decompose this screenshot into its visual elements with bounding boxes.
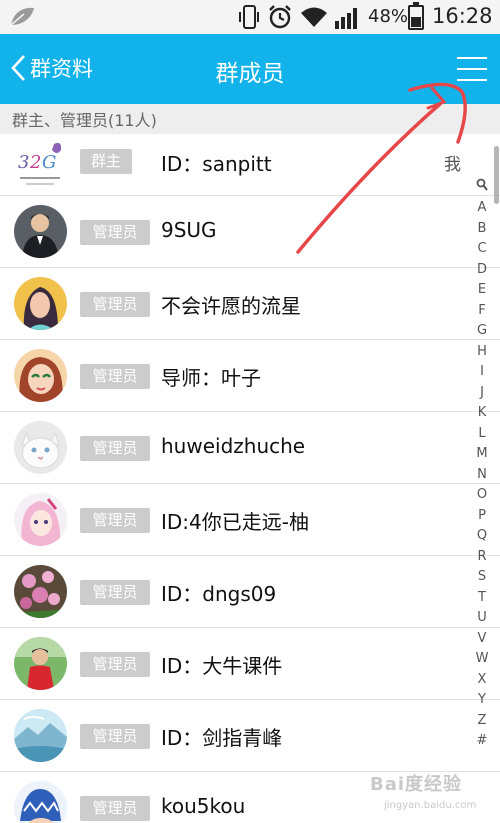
avatar bbox=[14, 565, 67, 618]
page-title: 群成员 bbox=[215, 61, 285, 87]
status-time: 16:28 bbox=[432, 4, 493, 28]
index-letter[interactable]: R bbox=[472, 547, 492, 568]
index-letter[interactable]: S bbox=[472, 567, 492, 588]
index-letter[interactable]: A bbox=[472, 198, 492, 219]
avatar bbox=[14, 349, 67, 402]
index-letter[interactable]: C bbox=[472, 239, 492, 260]
avatar bbox=[14, 277, 67, 330]
role-badge-admin: 管理员 bbox=[80, 364, 150, 389]
role-badge-admin: 管理员 bbox=[80, 292, 150, 317]
index-letter[interactable]: N bbox=[472, 465, 492, 486]
member-row[interactable]: 管理员 ID：大牛课件 bbox=[0, 628, 500, 700]
index-letter[interactable]: F bbox=[472, 301, 492, 322]
avatar bbox=[14, 781, 67, 823]
member-row[interactable]: 管理员 huweidzhuche bbox=[0, 412, 500, 484]
svg-text:3: 3 bbox=[18, 152, 29, 173]
index-letter[interactable]: Z bbox=[472, 711, 492, 732]
index-letter[interactable]: # bbox=[472, 731, 492, 752]
index-letter[interactable]: P bbox=[472, 506, 492, 527]
member-name: 导师：叶子 bbox=[161, 366, 261, 390]
index-letter[interactable]: W bbox=[472, 649, 492, 670]
menu-icon bbox=[457, 57, 487, 59]
role-badge-admin: 管理员 bbox=[80, 436, 150, 461]
svg-text:2: 2 bbox=[29, 152, 41, 173]
index-letter[interactable]: U bbox=[472, 608, 492, 629]
member-name: kou5kou bbox=[161, 794, 246, 818]
index-letter[interactable]: K bbox=[472, 403, 492, 424]
battery-icon bbox=[408, 2, 424, 30]
me-tag: 我 bbox=[444, 155, 461, 175]
index-letter[interactable]: J bbox=[472, 383, 492, 404]
role-badge-admin: 管理员 bbox=[80, 508, 150, 533]
role-badge-admin: 管理员 bbox=[80, 220, 150, 245]
member-name: ID：dngs09 bbox=[161, 582, 277, 606]
member-row-owner[interactable]: 3 2 G 群主 ID：sanpitt 我 bbox=[0, 134, 500, 196]
index-letter[interactable]: M bbox=[472, 444, 492, 465]
index-letter[interactable]: V bbox=[472, 629, 492, 650]
avatar bbox=[14, 637, 67, 690]
member-row[interactable]: 管理员 ID：dngs09 bbox=[0, 556, 500, 628]
member-row[interactable]: 管理员 导师：叶子 bbox=[0, 340, 500, 412]
svg-text:G: G bbox=[42, 152, 56, 173]
watermark-text: Bai度经验 bbox=[370, 774, 463, 795]
index-letter[interactable]: B bbox=[472, 219, 492, 240]
member-name: ID:4你已走远-柚 bbox=[161, 510, 309, 534]
list-scrollbar[interactable] bbox=[494, 146, 499, 204]
section-header: 群主、管理员(11人) bbox=[0, 104, 500, 134]
role-badge-owner: 群主 bbox=[80, 149, 132, 174]
member-name: 不会许愿的流星 bbox=[161, 294, 301, 318]
member-name: ID：大牛课件 bbox=[161, 654, 283, 678]
index-letter[interactable]: T bbox=[472, 588, 492, 609]
index-letter[interactable]: E bbox=[472, 280, 492, 301]
leaf-icon bbox=[10, 7, 34, 26]
search-icon[interactable] bbox=[476, 178, 488, 192]
signal-icon bbox=[335, 8, 357, 29]
battery-percent: 48% bbox=[368, 6, 409, 27]
index-letter[interactable]: Y bbox=[472, 690, 492, 711]
index-letter[interactable]: Q bbox=[472, 526, 492, 547]
avatar bbox=[14, 421, 67, 474]
watermark-subtext: jingyan.baidu.com bbox=[384, 800, 477, 811]
member-name: ID：剑指青峰 bbox=[161, 726, 283, 750]
index-letter[interactable]: G bbox=[472, 321, 492, 342]
member-row[interactable]: 管理员 ID:4你已走远-柚 bbox=[0, 484, 500, 556]
alarm-icon bbox=[269, 5, 291, 29]
status-bar: 48% 16:28 bbox=[0, 0, 500, 34]
index-letter-list: A B C D E F G H I J K L M N O P Q R S T U V W X Y Z # bbox=[472, 198, 492, 752]
member-row[interactable]: 管理员 ID：剑指青峰 bbox=[0, 700, 500, 772]
member-name: huweidzhuche bbox=[161, 434, 306, 458]
index-letter[interactable]: I bbox=[472, 362, 492, 383]
index-letter[interactable]: L bbox=[472, 424, 492, 445]
index-letter[interactable]: H bbox=[472, 342, 492, 363]
member-name: ID：sanpitt bbox=[161, 152, 272, 176]
avatar bbox=[14, 205, 67, 258]
menu-button[interactable] bbox=[455, 53, 489, 85]
index-letter[interactable]: D bbox=[472, 260, 492, 281]
baidu-watermark: Bai度经验 jingyan.baidu.com bbox=[370, 768, 500, 823]
nav-bar: 群资料 群成员 bbox=[0, 34, 500, 104]
role-badge-admin: 管理员 bbox=[80, 796, 150, 821]
member-list: 3 2 G 群主 ID：sanpitt 我 管理员 9SUG 管理员 不会许愿的… bbox=[0, 134, 500, 823]
member-row[interactable]: 管理员 9SUG bbox=[0, 196, 500, 268]
index-letter[interactable]: O bbox=[472, 485, 492, 506]
group-logo-avatar: 3 2 G bbox=[14, 138, 67, 191]
vibrate-icon bbox=[239, 5, 259, 29]
member-row[interactable]: 管理员 不会许愿的流星 bbox=[0, 268, 500, 340]
avatar bbox=[14, 493, 67, 546]
role-badge-admin: 管理员 bbox=[80, 580, 150, 605]
member-name: 9SUG bbox=[161, 218, 217, 242]
role-badge-admin: 管理员 bbox=[80, 652, 150, 677]
role-badge-admin: 管理员 bbox=[80, 724, 150, 749]
alphabet-index[interactable]: A B C D E F G H I J K L M N O P Q R S T U V W X Y Z # bbox=[472, 178, 492, 752]
avatar bbox=[14, 709, 67, 762]
wifi-icon bbox=[301, 7, 327, 27]
index-letter[interactable]: X bbox=[472, 670, 492, 691]
